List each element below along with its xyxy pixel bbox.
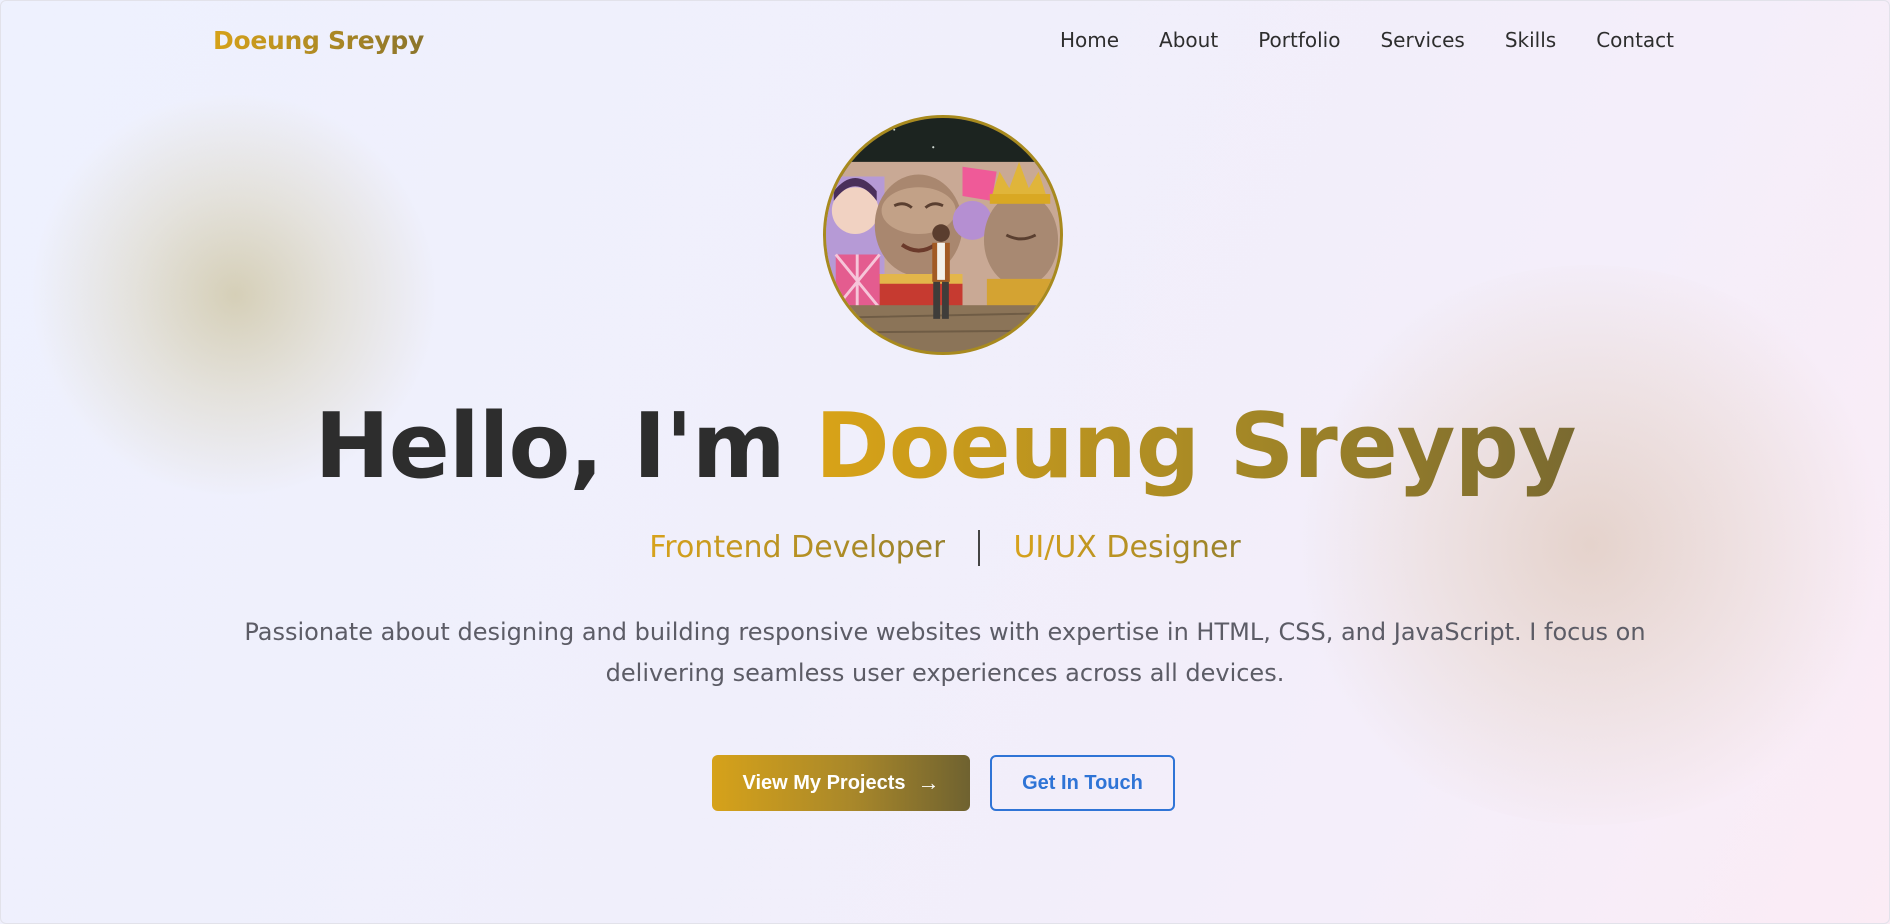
hero-name: Doeung Sreypy — [815, 394, 1576, 499]
view-projects-button[interactable]: View My Projects → — [712, 755, 970, 811]
role-frontend-developer: Frontend Developer — [649, 528, 945, 568]
hero-greeting: Hello, I'm — [314, 394, 785, 499]
nav-item-contact: Contact — [1596, 28, 1674, 52]
nav-item-skills: Skills — [1505, 28, 1556, 52]
profile-avatar — [823, 115, 1063, 355]
nav-item-services: Services — [1380, 28, 1464, 52]
profile-photo — [826, 118, 1060, 352]
role-divider — [978, 530, 981, 566]
nav-link-about[interactable]: About — [1159, 28, 1218, 52]
nav-link-contact[interactable]: Contact — [1596, 28, 1674, 52]
hero-heading: Hello, I'm Doeung Sreypy — [0, 388, 1890, 506]
get-in-touch-button[interactable]: Get In Touch — [990, 755, 1175, 811]
view-projects-label: View My Projects — [742, 771, 906, 794]
role-list: Frontend Developer UI/UX Designer — [0, 528, 1890, 568]
nav-item-about: About — [1159, 28, 1218, 52]
nav-item-portfolio: Portfolio — [1258, 28, 1340, 52]
hero-intro-text: Passionate about designing and building … — [244, 618, 1646, 687]
nav-link-services[interactable]: Services — [1380, 28, 1464, 52]
brand-logo[interactable]: Doeung Sreypy — [213, 26, 424, 55]
role-uiux-designer: UI/UX Designer — [1013, 528, 1240, 568]
nav-link-portfolio[interactable]: Portfolio — [1258, 28, 1340, 52]
nav-item-home: Home — [1060, 28, 1119, 52]
nav-link-home[interactable]: Home — [1060, 28, 1119, 52]
nav-menu: Home About Portfolio Services Skills Con… — [1060, 28, 1674, 52]
arrow-right-icon: → — [917, 770, 940, 795]
nav-link-skills[interactable]: Skills — [1505, 28, 1556, 52]
top-navigation: Doeung Sreypy Home About Portfolio Servi… — [0, 0, 1890, 84]
